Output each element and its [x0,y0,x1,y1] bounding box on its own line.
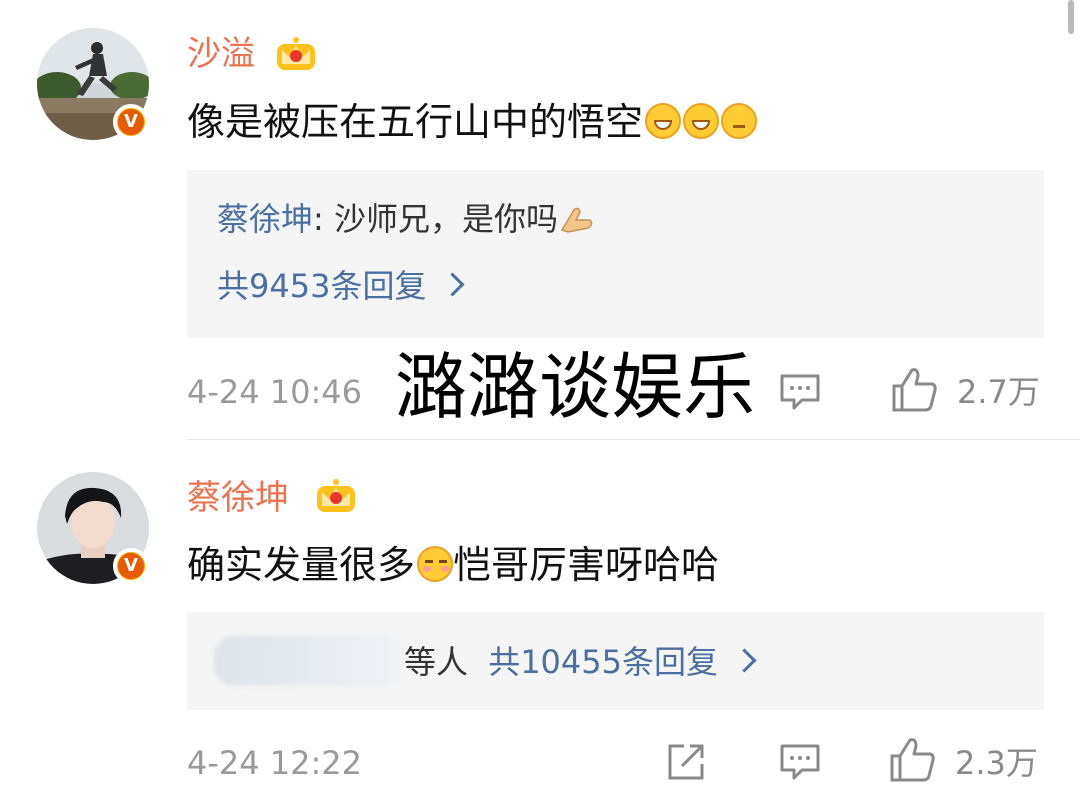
share-icon[interactable] [664,740,708,784]
shy-emoji-icon [417,546,454,582]
reply-author[interactable]: 蔡徐坤 [217,200,313,238]
reply-preview-box[interactable] [187,170,1044,338]
grin-emoji-icon [645,103,682,139]
reply-text: 沙师兄，是你吗 [333,200,558,238]
chevron-right-icon [440,272,465,297]
comment-author[interactable]: 蔡徐坤 [187,478,289,518]
comment-icon[interactable] [778,372,822,412]
like-icon[interactable] [890,366,940,414]
crown-icon [317,479,355,512]
pray-hands-icon [560,207,593,233]
like-icon[interactable] [888,736,938,784]
like-count: 2.7万 [957,373,1040,411]
divider [187,439,1080,440]
comment-author[interactable]: 沙溢 [187,34,255,74]
chevron-right-icon [732,648,757,673]
view-replies-link[interactable]: 共9453条回复 [217,266,465,306]
blurred-usernames [214,636,404,686]
view-replies-link[interactable]: 等人 共10455条回复 [404,642,757,682]
watermark-text: 潞潞谈娱乐 [395,345,756,429]
like-count: 2.3万 [955,744,1038,782]
comment-time: 4-24 12:22 [187,744,363,782]
thinking-emoji-icon [721,103,758,139]
crown-icon [277,37,315,70]
verified-badge-icon: V [113,104,149,140]
scrollbar[interactable] [1068,0,1074,34]
comment-icon[interactable] [778,742,822,782]
grin-emoji-icon [683,103,720,139]
verified-badge-icon: V [113,548,149,584]
comment-time: 4-24 10:46 [187,373,363,411]
comment-text: 确实发量很多 恺哥厉害呀哈哈 [187,543,720,587]
reply-preview-line[interactable]: 蔡徐坤: 沙师兄，是你吗 [217,199,594,239]
comment-text: 像是被压在五行山中的悟空 [187,97,758,147]
